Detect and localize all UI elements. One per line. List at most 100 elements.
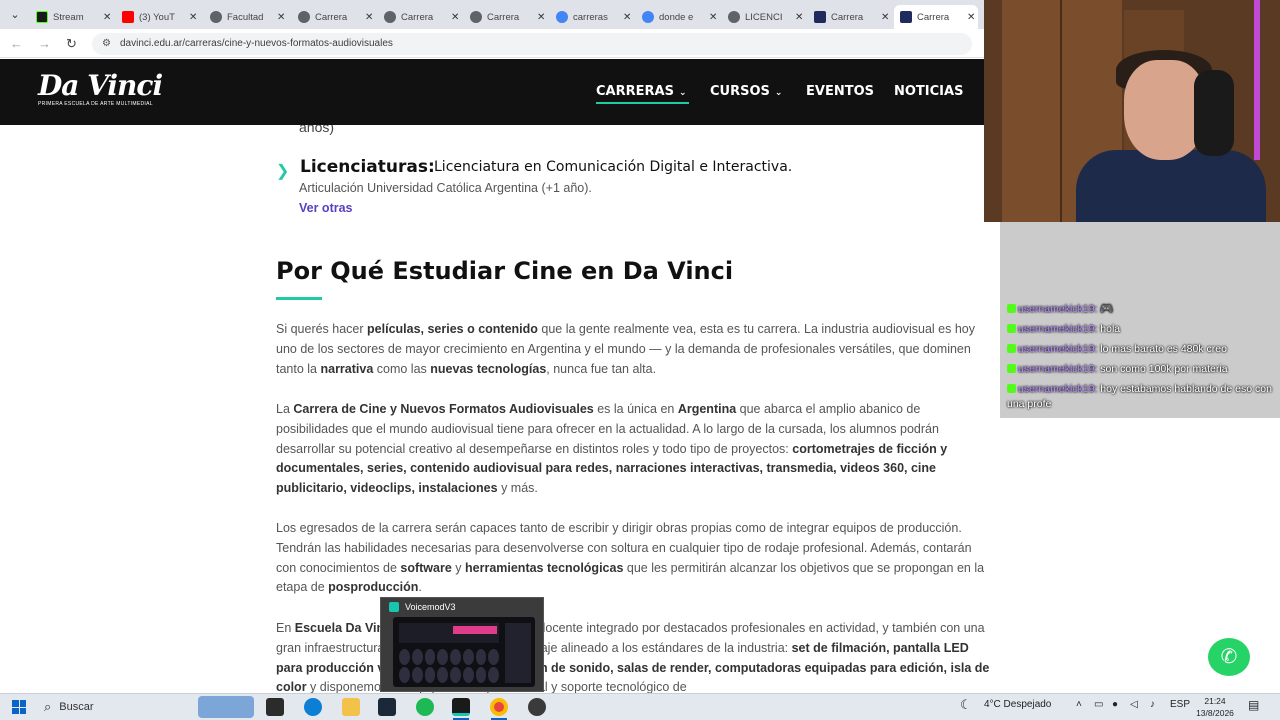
kick-badge-icon	[1007, 324, 1016, 333]
browser-tab[interactable]: (3) YouT ✕	[116, 5, 200, 29]
browser-tab[interactable]: donde e ✕	[636, 5, 720, 29]
tab-close-icon[interactable]: ✕	[709, 12, 717, 23]
chrome-icon[interactable]	[490, 698, 508, 716]
language-indicator[interactable]: ESP	[1170, 699, 1190, 710]
volume-icon[interactable]: ♪	[1150, 699, 1155, 710]
site-logo[interactable]: Da Vinci PRIMERA ESCUELA DE ARTE MULTIME…	[38, 72, 163, 108]
address-bar-row: ← → ↻ ⚙ davinci.edu.ar/carreras/cine-y-n…	[0, 29, 984, 58]
licenciatura-name: Licenciatura en Comunicación Digital e I…	[434, 159, 793, 175]
kick-icon	[36, 11, 48, 23]
windows-start-icon[interactable]	[12, 700, 26, 714]
edge-icon[interactable]	[304, 698, 322, 716]
voicemod-thumbnail	[393, 617, 535, 687]
globe-icon	[210, 11, 222, 23]
webcam-overlay	[984, 0, 1280, 222]
speaker-icon[interactable]: ◁	[1130, 699, 1138, 710]
nav-eventos[interactable]: EVENTOS	[806, 84, 874, 99]
davinci-icon	[900, 11, 912, 23]
chat-message: usernamekick19: lo mas barato es 480k cr…	[1007, 342, 1279, 357]
browser-tab[interactable]: Stream ✕	[30, 5, 114, 29]
tab-close-icon[interactable]: ✕	[623, 12, 631, 23]
search-icon: ⌕	[44, 699, 52, 714]
weather-text[interactable]: 4°C Despejado	[984, 699, 1051, 710]
browser-tab[interactable]: Carrera ✕	[378, 5, 462, 29]
section-title-underline	[276, 297, 322, 300]
tab-close-icon[interactable]: ✕	[103, 12, 111, 23]
chat-message: usernamekick19: 🎮	[1007, 302, 1279, 317]
notifications-icon[interactable]: ▤	[1248, 698, 1259, 712]
tab-close-icon[interactable]: ✕	[537, 12, 545, 23]
chat-message: usernamekick19: son como 100k por materi…	[1007, 362, 1279, 377]
davinci-icon	[814, 11, 826, 23]
google-icon	[642, 11, 654, 23]
site-header: Da Vinci PRIMERA ESCUELA DE ARTE MULTIME…	[0, 59, 984, 125]
headphones	[1194, 70, 1234, 156]
tab-close-icon[interactable]: ✕	[967, 12, 975, 23]
moon-weather-icon: ☾	[960, 697, 972, 712]
microphone-icon[interactable]: ●	[1112, 699, 1118, 710]
tab-close-icon[interactable]: ✕	[881, 12, 889, 23]
text-fragment: años)	[299, 125, 335, 135]
kick-badge-icon	[1007, 344, 1016, 353]
browser-tab[interactable]: Carrera ✕	[808, 5, 892, 29]
search-highlight-image	[198, 696, 254, 718]
file-explorer-icon[interactable]	[342, 698, 360, 716]
steam-icon[interactable]	[378, 698, 396, 716]
tab-close-icon[interactable]: ✕	[277, 12, 285, 23]
voicemod-icon	[389, 602, 399, 612]
forward-icon[interactable]: →	[38, 36, 51, 51]
tab-close-icon[interactable]: ✕	[451, 12, 459, 23]
globe-icon	[470, 11, 482, 23]
whatsapp-button[interactable]: ✆	[1208, 638, 1250, 676]
browser-tab-bar: ⌄ Stream ✕ (3) YouT ✕ Facultad ✕ Carrera ✕ C…	[0, 0, 984, 29]
voicemod-taskbar-icon[interactable]	[452, 698, 470, 716]
browser-tab[interactable]: carreras ✕	[550, 5, 634, 29]
network-icon[interactable]: ▭	[1094, 699, 1103, 710]
obs-icon[interactable]	[528, 698, 546, 716]
spotify-icon[interactable]	[416, 698, 434, 716]
voicemod-preview-window[interactable]: VoicemodV3	[380, 597, 544, 692]
browser-tab-active[interactable]: Carrera ✕	[894, 5, 978, 29]
browser-tab[interactable]: Carrera ✕	[464, 5, 548, 29]
tab-close-icon[interactable]: ✕	[189, 12, 197, 23]
chevron-down-icon: ⌄	[774, 88, 783, 98]
chevron-right-icon: ❯	[276, 163, 290, 180]
chevron-down-icon: ⌄	[678, 88, 687, 98]
taskbar-search[interactable]: ⌕ Buscar	[44, 699, 94, 715]
chat-message: usernamekick19: hola	[1007, 322, 1279, 337]
paragraph-intro: Si querés hacer películas, series o cont…	[276, 322, 975, 376]
globe-icon	[298, 11, 310, 23]
reload-icon[interactable]: ↻	[66, 36, 77, 52]
tray-chevron-up-icon[interactable]: ˄	[1076, 699, 1082, 710]
paragraph-carrera: La Carrera de Cine y Nuevos Formatos Aud…	[276, 402, 948, 496]
whatsapp-icon: ✆	[1220, 646, 1238, 668]
articulacion-text: Articulación Universidad Católica Argent…	[299, 181, 592, 195]
globe-icon	[728, 11, 740, 23]
site-info-icon[interactable]: ⚙	[102, 33, 111, 55]
tab-close-icon[interactable]: ✕	[795, 12, 803, 23]
url-field[interactable]: ⚙ davinci.edu.ar/carreras/cine-y-nuevos-…	[92, 33, 972, 55]
section-title: Por Qué Estudiar Cine en Da Vinci	[276, 257, 734, 285]
google-icon	[556, 11, 568, 23]
licenciaturas-label: Licenciaturas:	[300, 157, 435, 177]
taskbar-clock[interactable]: 21:24 13/8/2026	[1196, 695, 1234, 719]
nav-noticias[interactable]: NOTICIAS	[894, 84, 963, 99]
kick-badge-icon	[1007, 364, 1016, 373]
kick-badge-icon	[1007, 384, 1016, 393]
browser-tab[interactable]: LICENCI ✕	[722, 5, 806, 29]
tab-search-chevron-icon[interactable]: ⌄	[6, 6, 24, 24]
tab-close-icon[interactable]: ✕	[365, 12, 373, 23]
kick-badge-icon	[1007, 304, 1016, 313]
nav-active-underline	[596, 102, 689, 104]
browser-tab[interactable]: Carrera ✕	[292, 5, 376, 29]
youtube-icon	[122, 11, 134, 23]
ver-otras-link[interactable]: Ver otras	[299, 201, 353, 215]
chat-message: usernamekick19: hoy estabamos hablando d…	[1007, 383, 1272, 410]
globe-icon	[384, 11, 396, 23]
nav-cursos[interactable]: CURSOS ⌄	[710, 84, 782, 99]
back-icon[interactable]: ←	[10, 36, 23, 51]
nav-carreras[interactable]: CARRERAS ⌄	[596, 84, 686, 99]
browser-tab[interactable]: Facultad ✕	[204, 5, 288, 29]
task-view-icon[interactable]	[266, 698, 284, 716]
paragraph-egresados: Los egresados de la carrera serán capace…	[276, 521, 985, 595]
